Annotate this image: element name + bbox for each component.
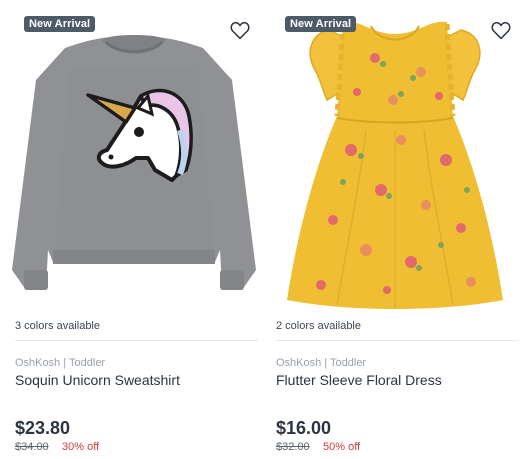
divider xyxy=(15,340,258,341)
product-image-sweatshirt[interactable]: New Arrival xyxy=(10,0,258,310)
new-arrival-badge: New Arrival xyxy=(24,16,96,32)
heart-icon[interactable] xyxy=(230,21,250,40)
dress-illustration xyxy=(287,21,503,309)
sale-price: $16.00 xyxy=(276,418,332,438)
product-card-dress[interactable]: New Arrival 2 colors available OshKosh |… xyxy=(271,0,519,459)
colors-available: 3 colors available xyxy=(15,320,100,332)
colors-available: 2 colors available xyxy=(276,320,361,332)
product-title[interactable]: Flutter Sleeve Floral Dress xyxy=(276,372,442,388)
product-brand: OshKosh | Toddler xyxy=(15,357,106,369)
discount-label: 30% off xyxy=(62,441,100,453)
sweatshirt-illustration xyxy=(12,35,256,290)
new-arrival-badge: New Arrival xyxy=(285,16,357,32)
original-price: $34.00 xyxy=(15,441,49,453)
heart-icon[interactable] xyxy=(491,21,511,40)
discount-label: 50% off xyxy=(323,441,361,453)
product-image-dress[interactable]: New Arrival xyxy=(271,0,519,310)
product-title[interactable]: Soquin Unicorn Sweatshirt xyxy=(15,372,180,388)
sale-price: $23.80 xyxy=(15,418,71,438)
divider xyxy=(276,340,519,341)
product-brand: OshKosh | Toddler xyxy=(276,357,367,369)
product-card-sweatshirt[interactable]: New Arrival 3 colors available OshKosh |… xyxy=(10,0,258,459)
original-price: $32.00 xyxy=(276,441,310,453)
